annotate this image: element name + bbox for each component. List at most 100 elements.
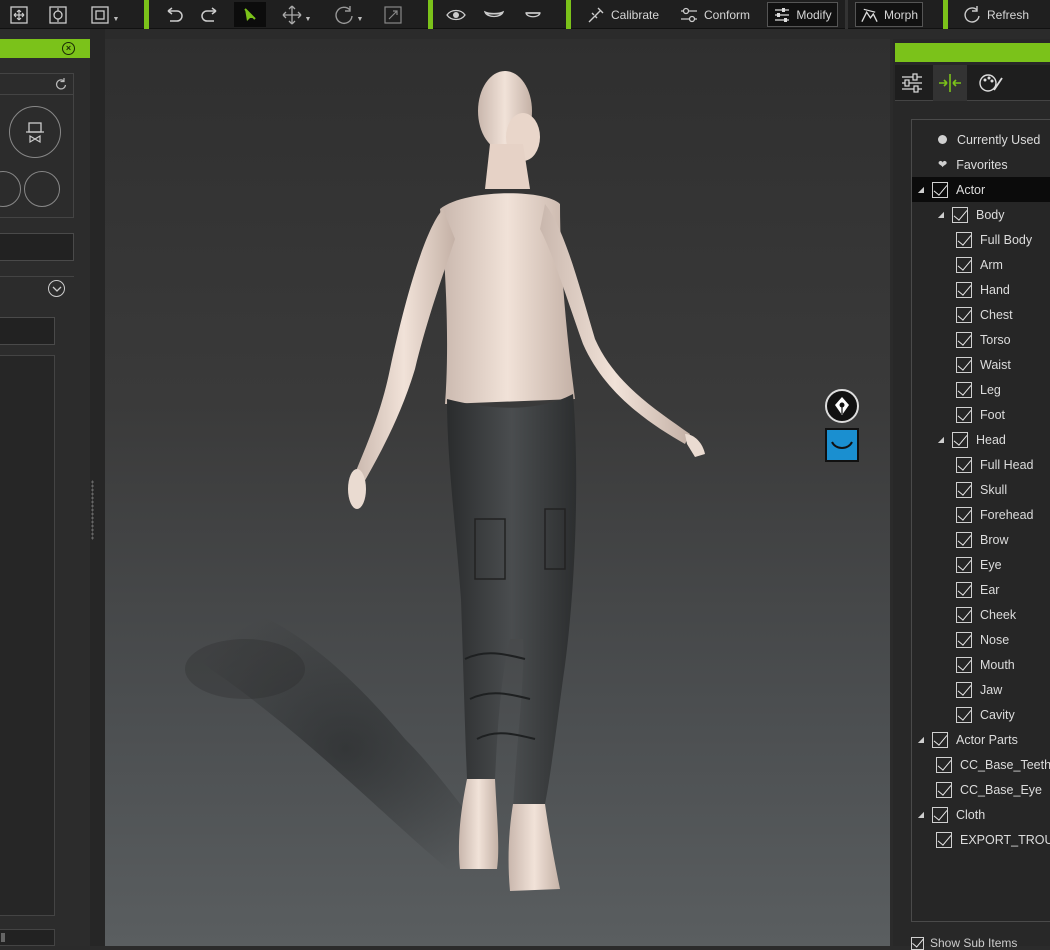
checkbox-icon[interactable] (956, 581, 972, 598)
left-list[interactable] (0, 355, 55, 916)
tree-item-full-head[interactable]: Full Head (912, 452, 1050, 477)
tree-item-full-body[interactable]: Full Body (912, 227, 1050, 252)
expand-triangle-icon[interactable]: ◢ (916, 185, 926, 194)
tree-item-arm[interactable]: Arm (912, 252, 1050, 277)
tree-item-label: Arm (980, 257, 1003, 272)
tree-item-cheek[interactable]: Cheek (912, 602, 1050, 627)
checkbox-icon[interactable] (932, 181, 948, 198)
close-icon[interactable]: × (62, 42, 75, 55)
checkbox-icon[interactable] (956, 306, 972, 323)
tree-item-actor-parts[interactable]: ◢ Actor Parts (912, 727, 1050, 752)
smile-morph-icon[interactable] (825, 428, 859, 462)
checkbox-icon[interactable] (932, 806, 948, 823)
expand-triangle-icon[interactable]: ◢ (916, 735, 926, 744)
tree-item-actor[interactable]: ◢ Actor (912, 177, 1050, 202)
tree-item-cloth[interactable]: ◢ Cloth (912, 802, 1050, 827)
tree-item-nose[interactable]: Nose (912, 627, 1050, 652)
refresh-icon[interactable] (54, 78, 67, 91)
checkbox-icon[interactable] (956, 381, 972, 398)
conform-button[interactable]: Conform (675, 2, 754, 27)
lip-icon[interactable] (520, 2, 546, 27)
left-field[interactable] (0, 233, 74, 261)
refresh-button[interactable]: Refresh (958, 2, 1033, 27)
checkbox-icon[interactable] (952, 431, 968, 448)
checkbox-icon[interactable] (936, 831, 952, 848)
tree-item-leg[interactable]: Leg (912, 377, 1050, 402)
tree-item-waist[interactable]: Waist (912, 352, 1050, 377)
morph-tree[interactable]: Currently Used ❤ Favorites ◢ Actor ◢ Body Full … (911, 119, 1050, 922)
circle-option-icon[interactable] (0, 171, 21, 207)
palette-tab-icon[interactable] (974, 65, 1008, 101)
tree-item-mouth[interactable]: Mouth (912, 652, 1050, 677)
tree-item-ear[interactable]: Ear (912, 577, 1050, 602)
tree-item-foot[interactable]: Foot (912, 402, 1050, 427)
circle-option-icon[interactable] (24, 171, 60, 207)
tree-item-torso[interactable]: Torso (912, 327, 1050, 352)
checkbox-icon[interactable] (956, 606, 972, 623)
tree-item-forehead[interactable]: Forehead (912, 502, 1050, 527)
tree-item-skull[interactable]: Skull (912, 477, 1050, 502)
pen-tool-icon[interactable] (825, 389, 859, 423)
checkbox-icon[interactable] (952, 206, 968, 223)
expand-triangle-icon[interactable]: ◢ (916, 810, 926, 819)
morph-tab-icon[interactable] (933, 65, 967, 101)
calibrate-button[interactable]: Calibrate (582, 2, 663, 27)
checkbox-icon[interactable] (936, 781, 952, 798)
checkbox-icon[interactable] (956, 531, 972, 548)
tree-item-head[interactable]: ◢ Head (912, 427, 1050, 452)
character-model[interactable] (105, 39, 890, 946)
tree-item-eye[interactable]: Eye (912, 552, 1050, 577)
checkbox-icon[interactable] (956, 256, 972, 273)
tree-item-favorites[interactable]: ❤ Favorites (912, 152, 1050, 177)
tree-item-jaw[interactable]: Jaw (912, 677, 1050, 702)
checkbox-icon[interactable] (956, 231, 972, 248)
checkbox-icon[interactable] (956, 331, 972, 348)
rotate-icon[interactable]: ▼ (328, 2, 368, 27)
move-icon[interactable]: ▼ (276, 2, 316, 27)
expand-triangle-icon[interactable]: ◢ (936, 210, 946, 219)
modify-button[interactable]: Modify (767, 2, 838, 27)
frame-selected-icon[interactable] (45, 2, 71, 27)
select-icon[interactable] (234, 2, 266, 27)
tree-item-body[interactable]: ◢ Body (912, 202, 1050, 227)
checkbox-icon[interactable] (911, 936, 924, 950)
tree-item-currently-used[interactable]: Currently Used (912, 127, 1050, 152)
checkbox-icon[interactable] (956, 706, 972, 723)
fit-view-icon[interactable]: ▼ (84, 2, 124, 27)
tree-item-chest[interactable]: Chest (912, 302, 1050, 327)
expand-triangle-icon[interactable]: ◢ (936, 435, 946, 444)
checkbox-icon[interactable] (956, 356, 972, 373)
checkbox-icon[interactable] (956, 281, 972, 298)
tree-item-cavity[interactable]: Cavity (912, 702, 1050, 727)
tree-item-brow[interactable]: Brow (912, 527, 1050, 552)
tree-item-export-trousers[interactable]: EXPORT_TROUSERS (912, 827, 1050, 852)
tree-item-cc-base-teeth[interactable]: CC_Base_Teeth (912, 752, 1050, 777)
morph-button[interactable]: Morph (855, 2, 923, 27)
undo-icon[interactable] (160, 2, 186, 27)
sliders-tab-icon[interactable] (895, 65, 929, 101)
tree-item-cc-base-eye[interactable]: CC_Base_Eye (912, 777, 1050, 802)
redo-icon[interactable] (198, 2, 224, 27)
checkbox-icon[interactable] (936, 756, 952, 773)
checkbox-icon[interactable] (956, 456, 972, 473)
scale-icon[interactable] (380, 2, 406, 27)
move-camera-icon[interactable] (6, 2, 32, 27)
checkbox-icon[interactable] (956, 406, 972, 423)
checkbox-icon[interactable] (956, 631, 972, 648)
checkbox-icon[interactable] (932, 731, 948, 748)
tree-item-hand[interactable]: Hand (912, 277, 1050, 302)
show-sub-items-option[interactable]: Show Sub Items (911, 936, 1017, 950)
left-search-field[interactable] (0, 317, 55, 345)
left-scrollbar[interactable] (0, 929, 55, 946)
checkbox-icon[interactable] (956, 656, 972, 673)
checkbox-icon[interactable] (956, 506, 972, 523)
mouth-icon[interactable] (481, 2, 507, 27)
checkbox-icon[interactable] (956, 481, 972, 498)
hat-icon[interactable] (9, 106, 61, 158)
checkbox-icon[interactable] (956, 556, 972, 573)
3d-viewport[interactable] (105, 39, 890, 946)
eye-icon[interactable] (443, 2, 469, 27)
splitter-grip[interactable] (91, 480, 94, 540)
checkbox-icon[interactable] (956, 681, 972, 698)
chevron-down-icon[interactable] (48, 280, 65, 297)
